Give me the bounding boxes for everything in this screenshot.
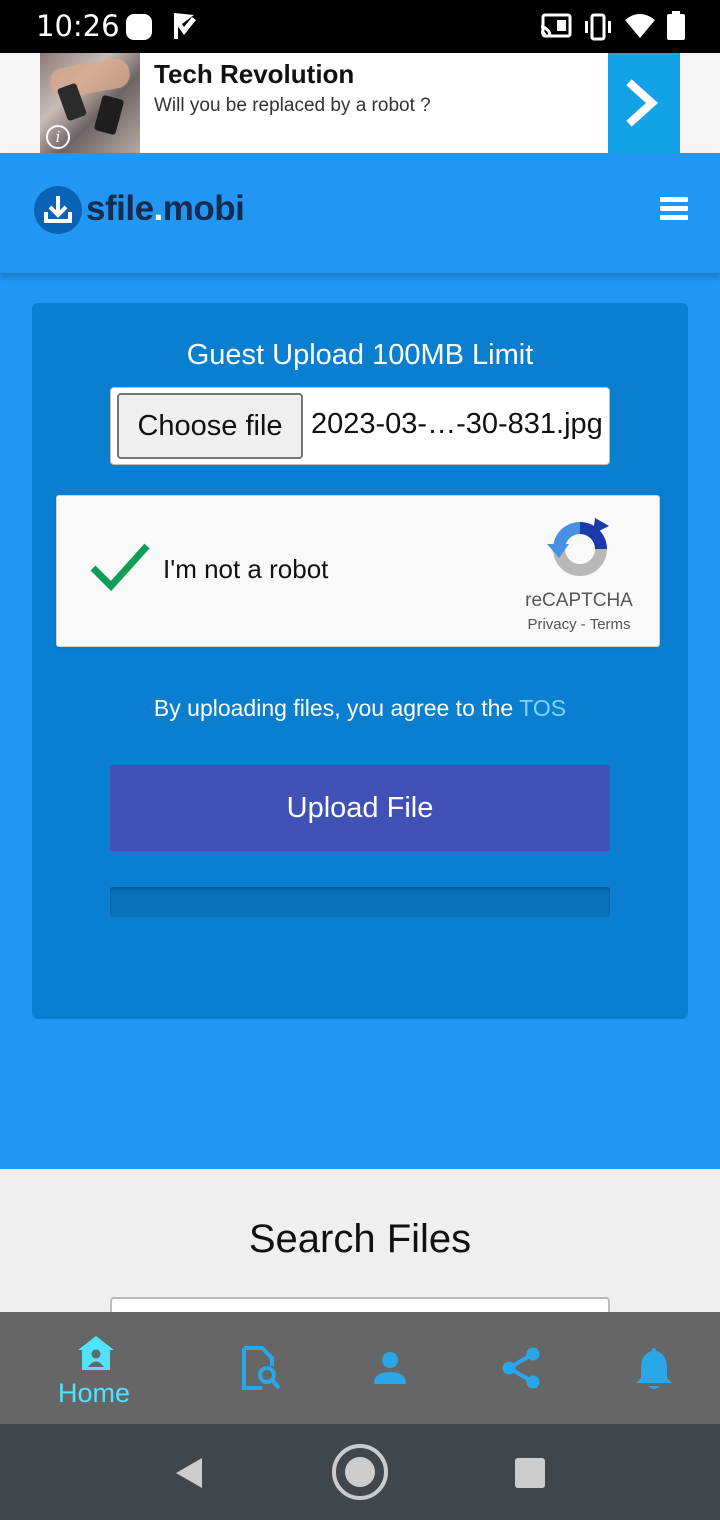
recaptcha-widget[interactable]: I'm not a robot reCAPTCHA Privacy - Term…: [56, 495, 660, 647]
captcha-privacy-link[interactable]: Privacy: [527, 616, 576, 633]
battery-icon: [667, 11, 685, 40]
status-time: 10:26: [36, 9, 120, 43]
choose-file-button[interactable]: Choose file: [117, 393, 303, 459]
search-file-icon: [242, 1346, 281, 1390]
logo-download-icon[interactable]: [34, 186, 82, 234]
nav-home[interactable]: Home: [40, 1312, 150, 1424]
recaptcha-links: Privacy - Terms: [509, 616, 649, 633]
nav-search-files[interactable]: [230, 1312, 290, 1424]
tos-text: By uploading files, you agree to the: [153, 695, 520, 721]
logo-text-tld: mobi: [162, 189, 245, 228]
upload-card: Guest Upload 100MB Limit Choose file 202…: [32, 303, 688, 1019]
bottom-nav: Home: [0, 1312, 720, 1424]
status-bar: 10:26: [0, 0, 720, 53]
nav-notifications[interactable]: [625, 1312, 685, 1424]
home-icon: [78, 1336, 114, 1370]
site-header: sfile.mobi: [0, 153, 720, 273]
recaptcha-brand: reCAPTCHA: [525, 590, 633, 611]
logo-text-main: sfile: [86, 189, 154, 228]
play-store-icon: [174, 13, 196, 39]
tos-link[interactable]: TOS: [519, 695, 566, 721]
logo-text-dot: .: [153, 189, 164, 228]
cast-icon: [540, 13, 572, 38]
wifi-icon: [625, 14, 655, 38]
ad-arrow-button[interactable]: [608, 53, 680, 153]
upload-file-button[interactable]: Upload File: [110, 765, 610, 851]
upload-progress-bar: [110, 887, 610, 917]
info-icon[interactable]: i: [46, 125, 70, 149]
user-icon: [374, 1352, 406, 1384]
bell-icon: [636, 1348, 672, 1389]
selected-file-name: 2023-03-…-30-831.jpg: [311, 408, 603, 440]
share-icon: [502, 1347, 540, 1389]
checkmark-icon[interactable]: [89, 540, 151, 592]
home-circle-icon[interactable]: [330, 1442, 390, 1502]
recents-icon[interactable]: [514, 1457, 546, 1489]
captcha-separator: -: [580, 616, 586, 633]
nav-home-label: Home: [58, 1378, 131, 1408]
nav-account[interactable]: [360, 1312, 420, 1424]
notification-app-icon: [126, 14, 152, 40]
recaptcha-logo-icon: [547, 518, 609, 576]
search-title: Search Files: [248, 1217, 472, 1261]
hamburger-icon[interactable]: [660, 197, 690, 223]
captcha-terms-link[interactable]: Terms: [590, 616, 631, 633]
chevron-right-icon: [626, 79, 658, 127]
main-content: Guest Upload 100MB Limit Choose file 202…: [0, 273, 720, 1169]
ad-title: Tech Revolution: [154, 59, 355, 89]
ad-image[interactable]: i: [40, 53, 140, 153]
captcha-label: I'm not a robot: [163, 554, 329, 584]
ad-banner[interactable]: i Tech Revolution Will you be replaced b…: [0, 53, 720, 153]
back-icon[interactable]: [172, 1456, 204, 1490]
upload-title: Guest Upload 100MB Limit: [186, 339, 534, 371]
file-input[interactable]: Choose file 2023-03-…-30-831.jpg: [110, 387, 610, 465]
system-nav-bar: [0, 1424, 720, 1520]
logo-text[interactable]: sfile.mobi: [86, 189, 245, 229]
search-section: Search Files: [0, 1169, 720, 1327]
ad-content[interactable]: Tech Revolution Will you be replaced by …: [140, 53, 608, 153]
ad-subtitle: Will you be replaced by a robot ?: [154, 95, 431, 116]
vibrate-icon: [585, 13, 611, 41]
tos-notice: By uploading files, you agree to the TOS: [32, 695, 688, 722]
nav-share[interactable]: [490, 1312, 550, 1424]
